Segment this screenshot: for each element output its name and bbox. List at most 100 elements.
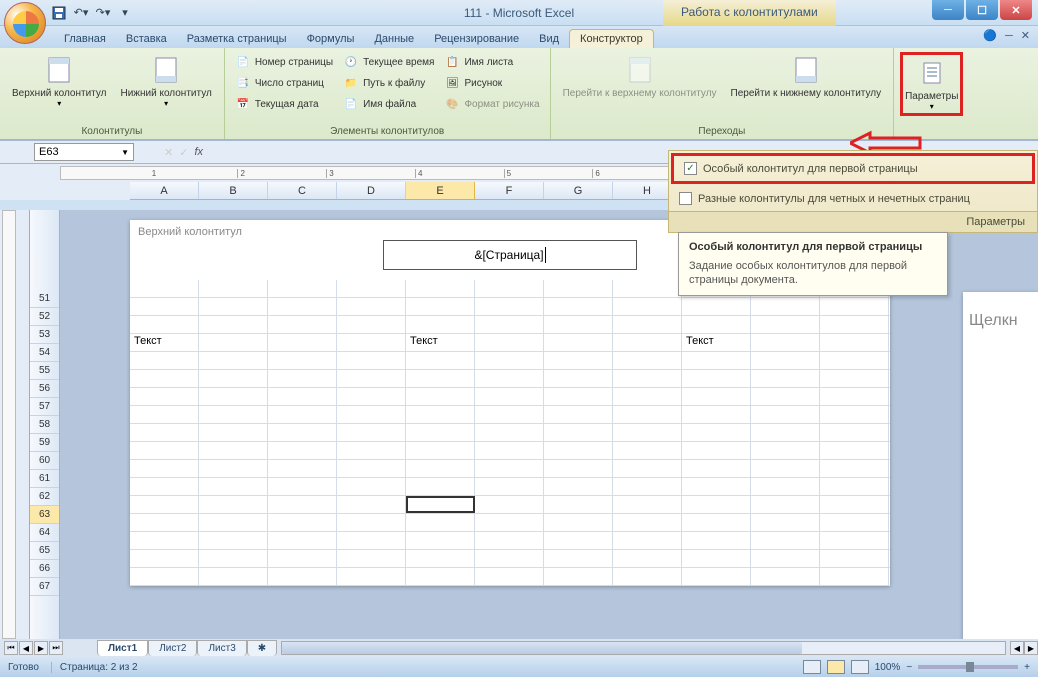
cell[interactable] xyxy=(544,460,613,477)
cell[interactable] xyxy=(751,352,820,369)
cell[interactable] xyxy=(475,550,544,567)
minimize-ribbon-icon[interactable]: ─ xyxy=(1005,30,1013,42)
cell[interactable] xyxy=(820,568,889,585)
scroll-right-icon[interactable]: ▶ xyxy=(1024,641,1038,655)
cell[interactable] xyxy=(199,406,268,423)
tab-data[interactable]: Данные xyxy=(364,30,424,48)
zoom-in-icon[interactable]: + xyxy=(1024,662,1030,673)
cell[interactable] xyxy=(475,280,544,297)
cell[interactable] xyxy=(199,496,268,513)
namebox-dropdown-icon[interactable]: ▼ xyxy=(121,148,129,157)
file-name-button[interactable]: 📄Имя файла xyxy=(339,94,438,114)
sheet-name-button[interactable]: 📋Имя листа xyxy=(440,52,543,72)
cell[interactable] xyxy=(544,496,613,513)
cell[interactable] xyxy=(682,370,751,387)
undo-icon[interactable]: ↶▾ xyxy=(72,4,90,22)
redo-icon[interactable]: ↷▾ xyxy=(94,4,112,22)
tab-formulas[interactable]: Формулы xyxy=(297,30,365,48)
cell[interactable] xyxy=(199,460,268,477)
cell[interactable] xyxy=(544,388,613,405)
col-header[interactable]: A xyxy=(130,182,199,199)
cell[interactable] xyxy=(751,406,820,423)
cell[interactable] xyxy=(268,460,337,477)
cell[interactable] xyxy=(199,424,268,441)
file-path-button[interactable]: 📁Путь к файлу xyxy=(339,73,438,93)
cell[interactable] xyxy=(337,316,406,333)
cell[interactable] xyxy=(199,298,268,315)
cell[interactable]: Текст xyxy=(406,334,475,351)
cell[interactable] xyxy=(820,406,889,423)
cell[interactable] xyxy=(820,532,889,549)
cell[interactable] xyxy=(199,334,268,351)
cell[interactable] xyxy=(751,478,820,495)
cell[interactable] xyxy=(406,388,475,405)
help-icon[interactable]: 🔵 xyxy=(983,29,997,42)
cell[interactable] xyxy=(337,298,406,315)
close-doc-icon[interactable]: ✕ xyxy=(1021,29,1030,42)
cell[interactable] xyxy=(406,316,475,333)
cell[interactable] xyxy=(268,550,337,567)
cell[interactable] xyxy=(751,370,820,387)
row-header[interactable]: 62 xyxy=(30,488,59,506)
cell[interactable] xyxy=(406,496,475,513)
cell[interactable] xyxy=(130,550,199,567)
cell[interactable]: Текст xyxy=(130,334,199,351)
view-break-icon[interactable] xyxy=(851,660,869,674)
cell[interactable] xyxy=(268,406,337,423)
cell[interactable] xyxy=(199,550,268,567)
cell[interactable] xyxy=(475,352,544,369)
cell[interactable] xyxy=(751,460,820,477)
cell[interactable] xyxy=(544,352,613,369)
cell[interactable] xyxy=(337,352,406,369)
cell[interactable] xyxy=(130,496,199,513)
cell[interactable] xyxy=(199,568,268,585)
cell[interactable] xyxy=(475,478,544,495)
cell-grid[interactable]: ТекстТекстТекст xyxy=(130,280,890,586)
cell[interactable] xyxy=(475,442,544,459)
goto-top-button[interactable]: Перейти к верхнему колонтитулу xyxy=(557,52,723,101)
cell[interactable] xyxy=(613,280,682,297)
cell[interactable] xyxy=(751,550,820,567)
qat-dropdown-icon[interactable]: ▾ xyxy=(116,4,134,22)
cell[interactable] xyxy=(268,478,337,495)
row-header[interactable]: 61 xyxy=(30,470,59,488)
row-header[interactable]: 63 xyxy=(30,506,59,524)
cell[interactable] xyxy=(199,352,268,369)
cell[interactable] xyxy=(475,496,544,513)
cell[interactable] xyxy=(613,298,682,315)
cell[interactable] xyxy=(820,352,889,369)
cell[interactable] xyxy=(130,478,199,495)
cell[interactable] xyxy=(820,388,889,405)
sheet-tab[interactable]: Лист3 xyxy=(197,640,246,656)
cell[interactable] xyxy=(199,280,268,297)
office-button[interactable] xyxy=(4,2,46,44)
cell[interactable] xyxy=(820,424,889,441)
cell[interactable] xyxy=(337,424,406,441)
tab-nav-first-icon[interactable]: ⏮ xyxy=(4,641,18,655)
cell[interactable] xyxy=(544,280,613,297)
zoom-out-icon[interactable]: − xyxy=(906,662,912,673)
view-normal-icon[interactable] xyxy=(803,660,821,674)
cell[interactable] xyxy=(268,352,337,369)
cell[interactable] xyxy=(613,424,682,441)
cell[interactable] xyxy=(337,496,406,513)
cell[interactable] xyxy=(406,370,475,387)
horizontal-scrollbar[interactable] xyxy=(281,641,1006,655)
cell[interactable] xyxy=(820,478,889,495)
goto-bottom-button[interactable]: Перейти к нижнему колонтитулу xyxy=(725,52,888,101)
cell[interactable] xyxy=(820,298,889,315)
row-header[interactable]: 53 xyxy=(30,326,59,344)
close-button[interactable]: ✕ xyxy=(1000,0,1032,20)
cell[interactable] xyxy=(820,334,889,351)
cell[interactable] xyxy=(475,514,544,531)
cell[interactable] xyxy=(682,550,751,567)
cell[interactable] xyxy=(613,406,682,423)
cell[interactable] xyxy=(268,568,337,585)
cell[interactable] xyxy=(613,496,682,513)
cell[interactable] xyxy=(613,550,682,567)
cell[interactable] xyxy=(613,352,682,369)
cell[interactable] xyxy=(544,316,613,333)
cell[interactable] xyxy=(544,550,613,567)
cell[interactable] xyxy=(613,532,682,549)
cell[interactable] xyxy=(682,478,751,495)
